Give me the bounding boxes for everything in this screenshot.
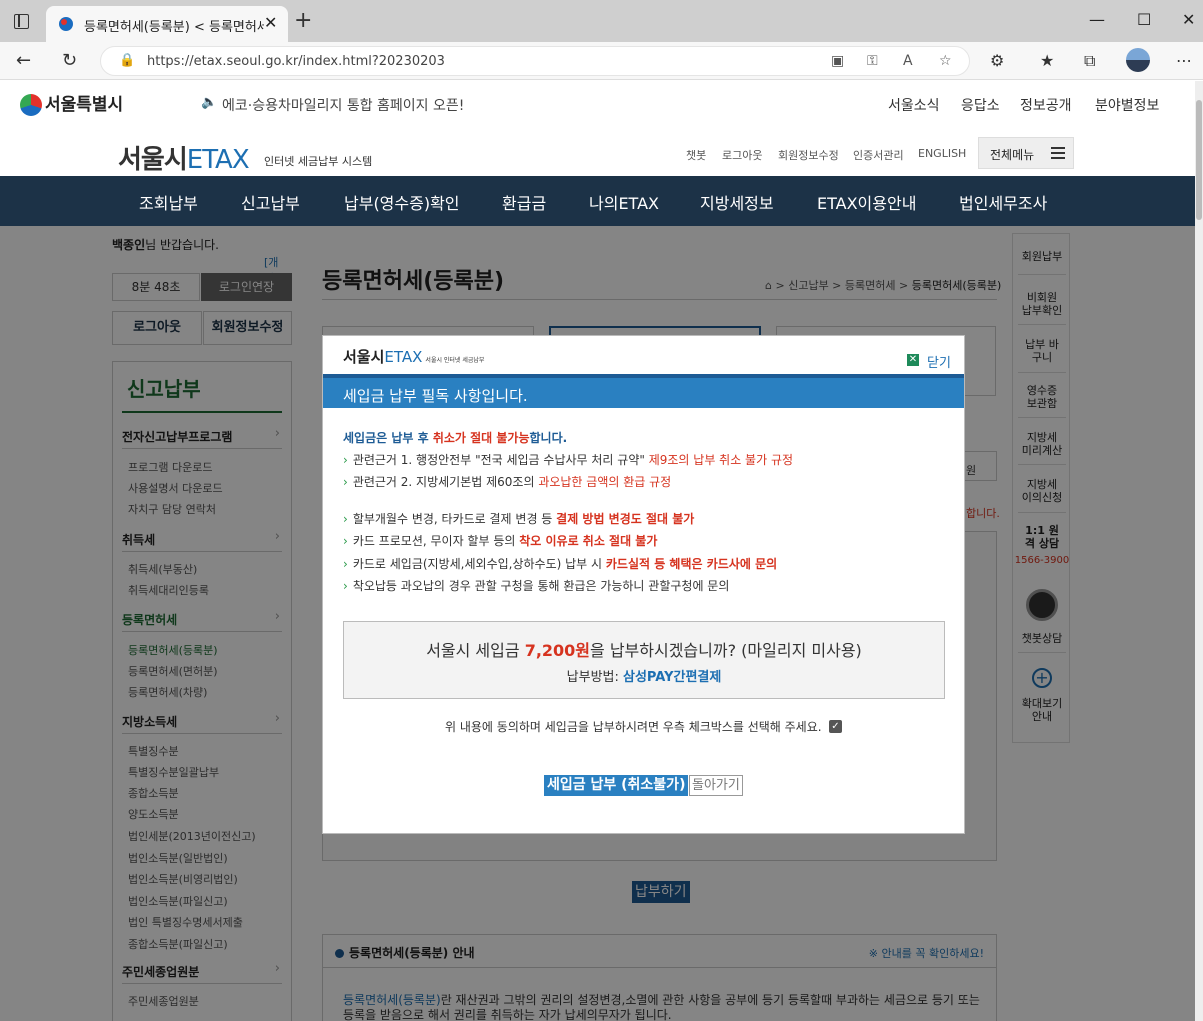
etax-logo[interactable]: 서울시ETAX <box>118 139 250 176</box>
minimize-icon[interactable]: — <box>1089 10 1105 29</box>
tab-close-icon[interactable]: ✕ <box>264 13 277 32</box>
modal-banner: 세입금 납부 필독 사항입니다. <box>323 374 964 408</box>
seoul-favicon-icon <box>59 17 73 31</box>
nav-inquiry-pay[interactable]: 조회납부 <box>139 190 198 214</box>
modal-rule: › 관련근거 1. 행정안전부 "전국 세입금 수납사무 처리 규약" 제9조의 … <box>343 453 794 467</box>
arrow-icon: › <box>343 534 348 548</box>
arrow-icon: › <box>343 475 348 489</box>
browser-tab-bar: 등록면허세(등록분) < 등록면허세 ✕ + — ☐ ✕ <box>0 0 1203 42</box>
top-link-response[interactable]: 응답소 <box>961 95 1000 115</box>
modal-rule: › 할부개월수 변경, 타카드로 결제 변경 등 결제 방법 변경도 절대 불가 <box>343 512 695 526</box>
arrow-icon: › <box>343 512 348 526</box>
nav-my-etax[interactable]: 나의ETAX <box>589 190 659 214</box>
arrow-icon: › <box>343 579 348 593</box>
speaker-icon: 🔈 <box>201 95 218 110</box>
modal-close-button[interactable]: 닫기 <box>927 352 951 371</box>
modal-logo: 서울시ETAX 서울시 인터넷 세금납부 <box>343 348 485 366</box>
refresh-icon[interactable]: ↻ <box>62 50 77 71</box>
etax-logo-sub: 인터넷 세금납부 시스템 <box>264 155 373 168</box>
util-chatbot[interactable]: 챗봇 <box>686 147 706 163</box>
collections-icon[interactable]: ⧉ <box>1084 51 1095 71</box>
back-button[interactable]: 돌아가기 <box>689 775 743 796</box>
payment-method: 납부방법: 삼성PAY간편결제 <box>566 670 722 685</box>
url-input[interactable]: 🔒 https://etax.seoul.go.kr/index.html?20… <box>100 46 970 76</box>
agree-checkbox[interactable]: ✓ <box>829 720 842 733</box>
close-window-icon[interactable]: ✕ <box>1182 10 1195 29</box>
close-icon[interactable]: ✕ <box>907 354 919 366</box>
nav-receipt[interactable]: 납부(영수증)확인 <box>344 190 460 214</box>
browser-tab[interactable]: 등록면허세(등록분) < 등록면허세 ✕ <box>46 6 288 42</box>
top-link-info[interactable]: 정보공개 <box>1020 95 1072 115</box>
payment-summary-box: 서울시 세입금 7,200원을 납부하시겠습니까? (마일리지 미사용) 납부방… <box>343 621 945 699</box>
more-menu-icon[interactable]: ⋯ <box>1176 51 1192 70</box>
util-edit-info[interactable]: 회원정보수정 <box>778 147 839 163</box>
extensions-icon[interactable]: ⚙ <box>990 51 1004 70</box>
etax-header: 서울시ETAX 인터넷 세금납부 시스템 챗봇 로그아웃 회원정보수정 인증서관… <box>0 127 1195 177</box>
util-logout[interactable]: 로그아웃 <box>722 147 762 163</box>
all-menu-button[interactable]: 전체메뉴 <box>978 137 1074 169</box>
seoul-logo-icon <box>20 94 42 116</box>
hamburger-icon <box>1051 147 1065 159</box>
nav-report-pay[interactable]: 신고납부 <box>241 190 300 214</box>
payment-amount: 7,200원 <box>524 641 591 660</box>
payment-confirm-modal: 서울시ETAX 서울시 인터넷 세금납부 ✕ 닫기 세입금 납부 필독 사항입니다… <box>322 335 965 834</box>
url-text: https://etax.seoul.go.kr/index.html?2023… <box>147 54 445 69</box>
top-notice[interactable]: 에코·승용차마일리지 통합 홈페이지 오픈! <box>222 95 464 115</box>
all-menu-label: 전체메뉴 <box>990 148 1035 162</box>
main-nav: 조회납부 신고납부 납부(영수증)확인 환급금 나의ETAX 지방세정보 ETA… <box>0 176 1195 226</box>
key-icon[interactable]: ⚿ <box>867 53 878 69</box>
util-certificate[interactable]: 인증서관리 <box>853 147 904 163</box>
tab-actions-icon[interactable] <box>14 14 29 29</box>
confirm-payment-button[interactable]: 세입금 납부 (취소불가) <box>544 775 689 796</box>
lock-icon: 🔒 <box>119 53 136 68</box>
profile-avatar[interactable] <box>1126 48 1150 72</box>
tab-title: 등록면허세(등록분) < 등록면허세 <box>84 20 264 35</box>
browser-address-bar: ← ↻ 🔒 https://etax.seoul.go.kr/index.htm… <box>0 42 1203 80</box>
new-tab-icon[interactable]: + <box>294 8 312 33</box>
add-favorite-icon[interactable]: ☆ <box>939 53 952 69</box>
modal-rule: › 관련근거 2. 지방세기본법 제60조의 과오납한 금액의 환급 규정 <box>343 475 672 489</box>
seoul-top-strip: 서울특별시 🔈 에코·승용차마일리지 통합 홈페이지 오픈! 서울소식 응답소 … <box>0 81 1195 127</box>
favorites-icon[interactable]: ★ <box>1040 51 1054 70</box>
top-link-field[interactable]: 분야별정보 <box>1095 95 1159 115</box>
seoul-logo[interactable]: 서울특별시 <box>20 90 123 116</box>
nav-local-tax-info[interactable]: 지방세정보 <box>700 190 774 214</box>
arrow-icon: › <box>343 453 348 467</box>
modal-rule: › 착오납등 과오납의 경우 관할 구청을 통해 환급은 가능하니 관할구청에 문… <box>343 579 730 593</box>
modal-rule: › 카드로 세입금(지방세,세외수입,상하수도) 납부 시 카드실적 등 혜택은 … <box>343 557 778 571</box>
back-icon[interactable]: ← <box>16 50 31 71</box>
arrow-icon: › <box>343 557 348 571</box>
scrollbar-thumb[interactable] <box>1196 100 1202 220</box>
maximize-icon[interactable]: ☐ <box>1137 10 1151 29</box>
modal-lead-text: 세입금은 납부 후 취소가 절대 불가능합니다. <box>343 431 568 445</box>
modal-banner-title: 세입금 납부 필독 사항입니다. <box>343 387 528 405</box>
top-link-news[interactable]: 서울소식 <box>888 95 940 115</box>
web-page: 서울특별시 🔈 에코·승용차마일리지 통합 홈페이지 오픈! 서울소식 응답소 … <box>0 81 1195 1021</box>
modal-rule: › 카드 프로모션, 무이자 할부 등의 착오 이유로 취소 절대 불가 <box>343 534 658 548</box>
payment-question: 서울시 세입금 7,200원을 납부하시겠습니까? (마일리지 미사용) <box>426 641 862 660</box>
nav-etax-guide[interactable]: ETAX이용안내 <box>817 190 916 214</box>
camera-blocked-icon[interactable]: ▣ <box>831 53 844 69</box>
nav-refund[interactable]: 환급금 <box>502 190 546 214</box>
util-english[interactable]: ENGLISH <box>918 147 966 160</box>
nav-corp-audit[interactable]: 법인세무조사 <box>959 190 1047 214</box>
page-scrollbar[interactable] <box>1195 81 1203 1021</box>
read-aloud-icon[interactable]: A <box>903 53 913 69</box>
agree-label: 위 내용에 동의하며 세입금을 납부하시려면 우측 체크박스를 선택해 주세요. <box>445 720 822 734</box>
